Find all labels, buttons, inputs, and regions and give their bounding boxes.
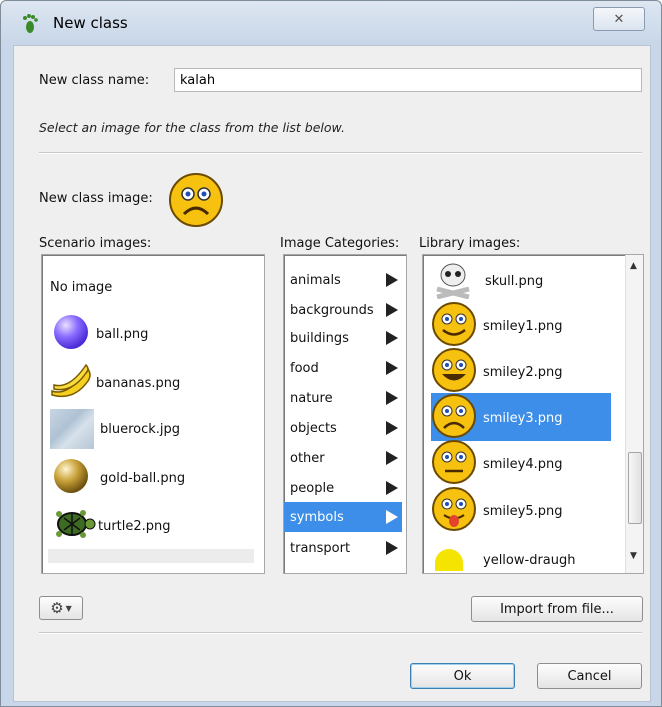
image-categories-list[interactable]: animals backgrounds buildings food natur… [283,254,407,574]
chevron-right-icon [386,451,398,465]
list-item[interactable]: turtle2.png [50,505,171,547]
class-name-label: New class name: [39,73,150,88]
chevron-right-icon [386,273,398,287]
bananas-icon [48,361,96,405]
library-images-header: Library images: [419,236,521,251]
library-item-smiley5[interactable]: smiley5.png [431,487,563,535]
close-button[interactable]: ✕ [593,7,645,31]
category-item-symbols[interactable]: symbols [290,502,344,532]
list-item[interactable]: gold-ball.png [52,457,185,499]
library-item-yellow-draught[interactable]: yellow-draugh [435,545,576,573]
gear-icon: ⚙ [50,599,64,617]
ok-button[interactable]: Ok [410,663,515,689]
instruction-text: Select an image for the class from the l… [39,120,345,135]
scenario-images-list[interactable]: No image ball.png bananas.png bluerock.j… [41,254,265,574]
list-item[interactable]: bluerock.jpg [50,407,180,451]
smiley-sad-icon [431,393,483,443]
scrollbar-thumb[interactable] [628,452,642,524]
list-item[interactable]: ball.png [52,313,148,355]
category-item-transport[interactable]: transport [290,533,350,563]
smiley-sad-icon [168,172,224,232]
chevron-down-icon: ▼ [65,603,72,613]
chevron-right-icon [386,303,398,317]
smiley-happy-icon [431,301,483,351]
library-item-skull[interactable]: skull.png [433,259,543,303]
list-item[interactable]: bananas.png [48,361,180,405]
cancel-button[interactable]: Cancel [537,663,642,689]
import-from-file-button[interactable]: Import from file... [471,596,643,622]
category-item-objects[interactable]: objects [290,413,337,443]
scroll-up-icon[interactable]: ▲ [630,261,637,271]
category-item-nature[interactable]: nature [290,383,333,413]
image-categories-header: Image Categories: [280,236,400,251]
chevron-right-icon [386,510,398,524]
category-item-backgrounds[interactable]: backgrounds [290,295,374,325]
library-item-smiley2[interactable]: smiley2.png [431,347,563,397]
smiley-tongue-icon [431,486,483,536]
category-item-buildings[interactable]: buildings [290,323,349,353]
category-item-animals[interactable]: animals [290,265,341,295]
turtle-icon [50,508,98,544]
chevron-right-icon [386,481,398,495]
library-item-smiley3[interactable]: smiley3.png [431,393,563,443]
library-images-list[interactable]: skull.png smiley1.png smiley2.png smiley… [422,254,644,574]
category-item-food[interactable]: food [290,353,319,383]
library-item-smiley1[interactable]: smiley1.png [431,301,563,351]
window-title: New class [53,14,128,32]
greenfoot-footprint-icon [19,13,41,39]
skull-icon [433,259,485,303]
title-bar: New class ✕ [1,1,661,45]
chevron-right-icon [386,421,398,435]
chevron-right-icon [386,391,398,405]
chevron-right-icon [386,331,398,345]
smiley-grin-icon [431,347,483,397]
chevron-right-icon [386,361,398,375]
class-image-label: New class image: [39,191,153,206]
vertical-scrollbar[interactable]: ▲ ▼ [625,255,643,573]
category-item-other[interactable]: other [290,443,325,473]
separator [39,632,642,634]
chevron-right-icon [386,541,398,555]
horizontal-scrollbar[interactable] [48,549,254,563]
purple-ball-icon [52,313,96,355]
dialog-content: New class name: Select an image for the … [13,45,651,702]
library-item-smiley4[interactable]: smiley4.png [431,439,563,489]
list-item[interactable]: No image [50,271,112,303]
smiley-neutral-icon [431,439,483,489]
gold-ball-icon [52,457,100,499]
dialog-window: New class ✕ New class name: Select an im… [0,0,662,707]
gear-menu-button[interactable]: ⚙ ▼ [39,596,83,620]
yellow-draught-icon [435,549,483,571]
category-item-people[interactable]: people [290,473,334,503]
scroll-down-icon[interactable]: ▼ [630,551,637,561]
separator [39,152,642,154]
class-name-input[interactable] [174,68,642,92]
close-icon: ✕ [613,11,625,27]
scenario-images-header: Scenario images: [39,236,152,251]
bluerock-texture-icon [50,409,100,449]
